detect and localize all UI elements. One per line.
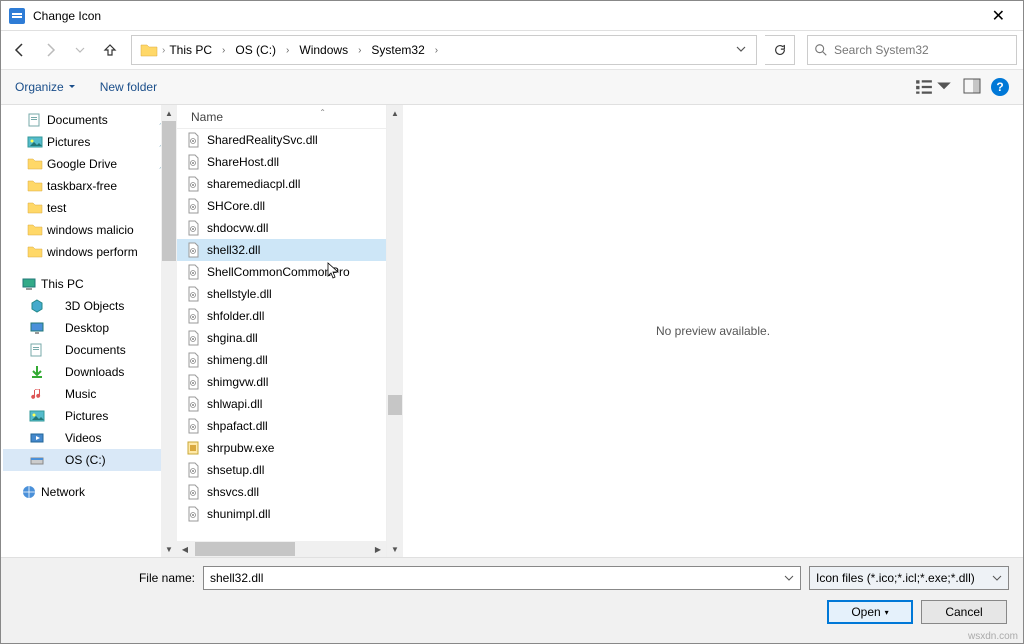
search-icon <box>814 43 828 57</box>
navbar: › This PC› OS (C:)› Windows› System32› S… <box>1 31 1023 69</box>
chevron-down-icon <box>992 573 1002 583</box>
sidebar-item[interactable]: Music <box>3 383 175 405</box>
view-options-button[interactable] <box>915 78 953 96</box>
pc-icon <box>21 276 37 292</box>
sidebar-item[interactable]: Documents <box>3 339 175 361</box>
file-row[interactable]: shlwapi.dll <box>177 393 386 415</box>
app-icon <box>9 8 25 24</box>
file-row[interactable]: shpafact.dll <box>177 415 386 437</box>
breadcrumb-item[interactable]: OS (C:) <box>231 41 280 59</box>
preview-pane-button[interactable] <box>963 77 981 98</box>
file-row[interactable]: shgina.dll <box>177 327 386 349</box>
sidebar-item[interactable]: Downloads <box>3 361 175 383</box>
file-row[interactable]: shdocvw.dll <box>177 217 386 239</box>
file-row[interactable]: shell32.dll <box>177 239 386 261</box>
sidebar-network[interactable]: Network <box>3 481 175 503</box>
preview-text: No preview available. <box>656 324 770 338</box>
sidebar-item[interactable]: Documents📌 <box>3 109 175 131</box>
file-row[interactable]: SharedRealitySvc.dll <box>177 129 386 151</box>
back-button[interactable] <box>7 37 33 63</box>
preview-pane: No preview available. <box>403 105 1023 557</box>
address-dropdown[interactable] <box>730 43 752 57</box>
file-row[interactable]: shsetup.dll <box>177 459 386 481</box>
titlebar: Change Icon ✕ <box>1 1 1023 31</box>
sidebar-this-pc[interactable]: This PC <box>3 273 175 295</box>
sidebar-item[interactable]: OS (C:) <box>3 449 175 471</box>
file-row[interactable]: shimeng.dll <box>177 349 386 371</box>
main-area: Documents📌Pictures📌Google Drive📌taskbarx… <box>1 105 1023 557</box>
file-list: Name ⌃ SharedRealitySvc.dllShareHost.dll… <box>177 105 387 557</box>
file-row[interactable]: SHCore.dll <box>177 195 386 217</box>
sidebar-item[interactable]: windows perform <box>3 241 175 263</box>
folder-icon <box>140 43 158 57</box>
file-row[interactable]: shsvcs.dll <box>177 481 386 503</box>
sidebar-item[interactable]: 3D Objects <box>3 295 175 317</box>
open-button[interactable]: Open ▾ <box>827 600 913 624</box>
file-row[interactable]: shunimpl.dll <box>177 503 386 525</box>
filename-input[interactable]: shell32.dll <box>203 566 801 590</box>
sidebar-item[interactable]: Google Drive📌 <box>3 153 175 175</box>
filename-label: File name: <box>15 571 195 585</box>
footer: File name: shell32.dll Icon files (*.ico… <box>1 557 1023 643</box>
sidebar-item[interactable]: Videos <box>3 427 175 449</box>
sidebar-item[interactable]: Pictures <box>3 405 175 427</box>
network-icon <box>21 484 37 500</box>
file-row[interactable]: sharemediacpl.dll <box>177 173 386 195</box>
search-input[interactable]: Search System32 <box>807 35 1017 65</box>
refresh-button[interactable] <box>765 35 795 65</box>
sidebar-item[interactable]: windows malicio <box>3 219 175 241</box>
close-button[interactable]: ✕ <box>982 2 1015 30</box>
file-list-hscrollbar[interactable]: ◀▶ <box>177 541 386 557</box>
breadcrumb-item[interactable]: System32 <box>367 41 428 59</box>
breadcrumb: This PC› OS (C:)› Windows› System32› <box>165 41 730 59</box>
sidebar-item[interactable]: Desktop <box>3 317 175 339</box>
forward-button[interactable] <box>37 37 63 63</box>
file-row[interactable]: shfolder.dll <box>177 305 386 327</box>
filetype-dropdown[interactable]: Icon files (*.ico;*.icl;*.exe;*.dll) <box>809 566 1009 590</box>
address-bar[interactable]: › This PC› OS (C:)› Windows› System32› <box>131 35 757 65</box>
file-row[interactable]: ShellCommonCommonPro <box>177 261 386 283</box>
sidebar-scroll-thumb[interactable] <box>162 121 176 261</box>
file-row[interactable]: ShareHost.dll <box>177 151 386 173</box>
cancel-button[interactable]: Cancel <box>921 600 1007 624</box>
breadcrumb-item[interactable]: Windows <box>295 41 352 59</box>
window-title: Change Icon <box>33 9 982 23</box>
sidebar-item[interactable]: Pictures📌 <box>3 131 175 153</box>
file-row[interactable]: shellstyle.dll <box>177 283 386 305</box>
file-list-vscroll-thumb[interactable] <box>388 395 402 415</box>
sidebar: Documents📌Pictures📌Google Drive📌taskbarx… <box>1 105 177 557</box>
recent-dropdown[interactable] <box>67 37 93 63</box>
help-button[interactable]: ? <box>991 78 1009 96</box>
sidebar-item[interactable]: taskbarx-free <box>3 175 175 197</box>
file-row[interactable]: shimgvw.dll <box>177 371 386 393</box>
chevron-down-icon[interactable] <box>784 573 794 583</box>
sidebar-scrollbar[interactable]: ▲ ▼ <box>161 105 177 557</box>
watermark: wsxdn.com <box>968 631 1018 642</box>
new-folder-button[interactable]: New folder <box>100 80 157 94</box>
organize-button[interactable]: Organize <box>15 80 76 94</box>
file-row[interactable]: shrpubw.exe <box>177 437 386 459</box>
sort-indicator-icon: ⌃ <box>319 108 326 117</box>
up-button[interactable] <box>97 37 123 63</box>
search-placeholder: Search System32 <box>834 43 929 57</box>
column-header-name[interactable]: Name ⌃ <box>177 105 386 129</box>
breadcrumb-item[interactable]: This PC <box>165 41 216 59</box>
file-list-vscrollbar[interactable]: ▲ ▼ <box>387 105 403 557</box>
file-pane: Name ⌃ SharedRealitySvc.dllShareHost.dll… <box>177 105 1023 557</box>
cursor-icon <box>327 262 341 280</box>
toolbar: Organize New folder ? <box>1 69 1023 105</box>
sidebar-item[interactable]: test <box>3 197 175 219</box>
